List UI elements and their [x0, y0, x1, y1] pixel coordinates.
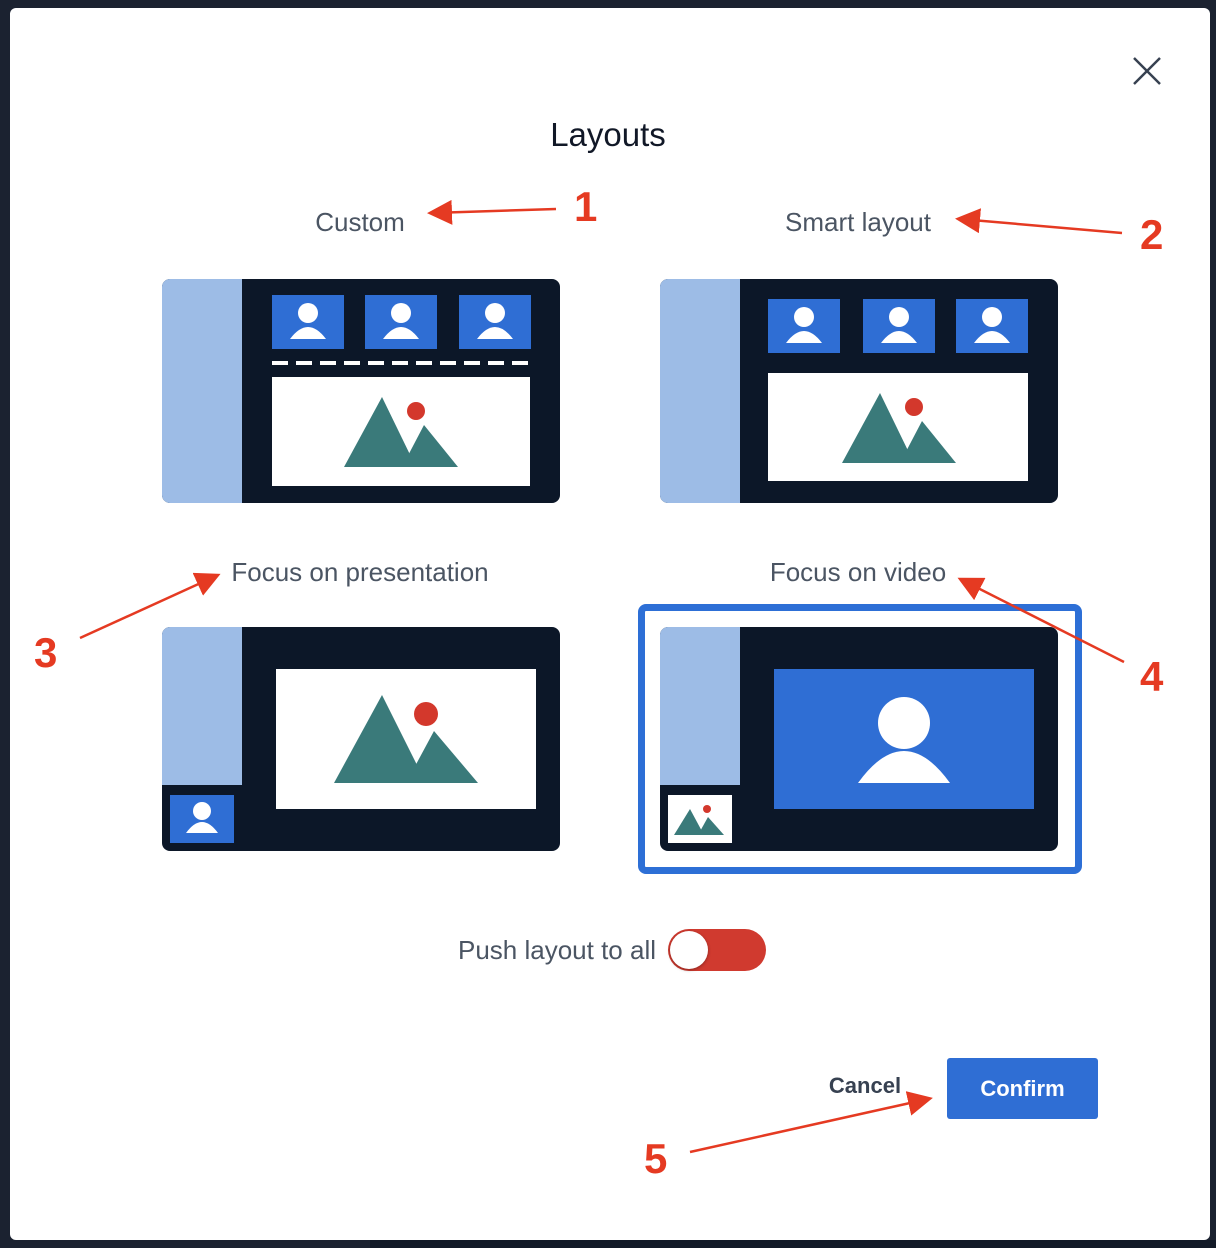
- layout-label-custom: Custom: [315, 207, 405, 237]
- push-layout-label: Push layout to all: [457, 935, 656, 965]
- toggle-knob[interactable]: [670, 931, 708, 969]
- layout-label-video: Focus on video: [769, 557, 947, 587]
- layout-card-presentation[interactable]: [162, 627, 560, 851]
- confirm-button[interactable]: Confirm: [947, 1058, 1098, 1119]
- video-layout-illustration: [668, 669, 1034, 843]
- annotation-number-3: 3: [34, 629, 58, 676]
- backdrop-bottom-strip: [370, 1240, 1216, 1248]
- custom-layout-illustration: [272, 295, 531, 486]
- layout-card-video[interactable]: [660, 627, 1058, 851]
- layout-label-presentation: Focus on presentation: [231, 557, 489, 587]
- dialog-title: Layouts: [550, 116, 666, 153]
- presentation-layout-illustration: [170, 669, 536, 843]
- annotation-number-2: 2: [1140, 211, 1164, 258]
- annotation-number-5: 5: [644, 1135, 668, 1182]
- layout-label-smart: Smart layout: [785, 207, 931, 237]
- layout-card-custom[interactable]: [162, 279, 560, 503]
- smart-layout-illustration: [768, 299, 1028, 481]
- close-icon: [1133, 57, 1161, 85]
- push-layout-toggle[interactable]: [668, 929, 766, 971]
- annotation-number-4: 4: [1140, 653, 1164, 700]
- layout-card-smart[interactable]: [660, 279, 1058, 503]
- annotation-number-1: 1: [574, 183, 598, 230]
- cancel-button[interactable]: Cancel: [810, 1066, 920, 1106]
- close-button[interactable]: [1126, 50, 1168, 92]
